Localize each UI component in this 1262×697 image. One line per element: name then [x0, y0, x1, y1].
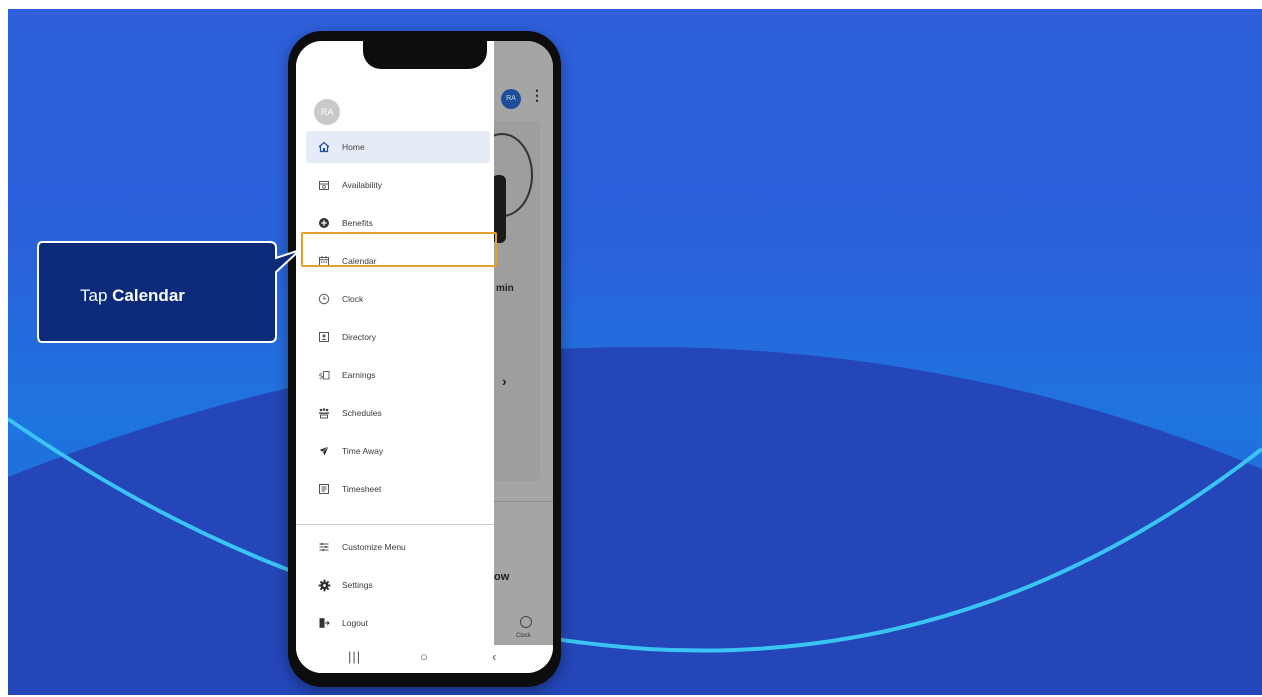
menu-item-availability[interactable]: Availability — [306, 169, 490, 201]
menu-item-label: Time Away — [342, 446, 384, 456]
menu-item-label: Timesheet — [342, 484, 382, 494]
menu-item-settings[interactable]: Settings — [306, 569, 490, 601]
phone-screen: RA ⋮ min › ow Clock RA Home Availability… — [296, 41, 553, 673]
menu-item-label: Home — [342, 142, 365, 152]
android-nav-bar: ||| ○ ‹ — [296, 645, 553, 673]
menu-item-time-away[interactable]: Time Away — [306, 435, 490, 467]
more-options-icon[interactable]: ⋮ — [530, 87, 544, 104]
earnings-icon: $ — [312, 359, 336, 391]
menu-item-label: Schedules — [342, 408, 382, 418]
directory-icon — [312, 321, 336, 353]
menu-item-logout[interactable]: Logout — [306, 607, 490, 639]
menu-item-label: Settings — [342, 580, 373, 590]
menu-item-label: Directory — [342, 332, 377, 342]
home-button[interactable]: ○ — [420, 649, 428, 664]
header-avatar[interactable]: RA — [501, 89, 521, 109]
menu-item-directory[interactable]: Directory — [306, 321, 490, 353]
menu-item-home[interactable]: Home — [306, 131, 490, 163]
sliders-icon — [312, 531, 336, 563]
background-name-text: min — [496, 283, 514, 294]
clock-tab-label: Clock — [516, 633, 532, 639]
menu-item-label: Logout — [342, 618, 368, 628]
menu-item-customize-menu[interactable]: Customize Menu — [306, 531, 490, 563]
menu-item-label: Clock — [342, 294, 364, 304]
timesheet-icon — [312, 473, 336, 505]
calendar-highlight-box — [301, 232, 497, 267]
schedules-icon — [312, 397, 336, 429]
menu-item-earnings[interactable]: $ Earnings — [306, 359, 490, 391]
tutorial-slide: RA ⋮ min › ow Clock RA Home Availability… — [8, 9, 1262, 695]
avatar[interactable]: RA — [314, 99, 340, 125]
menu-item-label: Benefits — [342, 218, 373, 228]
menu-item-label: Earnings — [342, 370, 376, 380]
menu-item-timesheet[interactable]: Timesheet — [306, 473, 490, 505]
callout-text: Tap Calendar — [80, 286, 185, 305]
svg-text:$: $ — [319, 372, 324, 381]
drawer-divider — [296, 524, 494, 525]
menu-item-label: Customize Menu — [342, 542, 406, 552]
back-button[interactable]: ‹ — [492, 649, 496, 664]
phone-notch — [363, 41, 487, 69]
menu-item-schedules[interactable]: Schedules — [306, 397, 490, 429]
clock-icon — [312, 283, 336, 315]
clock-tab-icon — [520, 616, 532, 628]
divider — [492, 501, 553, 502]
recents-button[interactable]: ||| — [348, 649, 361, 664]
background-arcs — [8, 347, 1262, 695]
background-button-text: ow — [494, 571, 510, 583]
chevron-right-icon: › — [502, 373, 507, 389]
logout-icon — [312, 607, 336, 639]
home-icon — [312, 131, 336, 163]
availability-icon — [312, 169, 336, 201]
gear-icon — [312, 569, 336, 601]
phone-mockup: RA ⋮ min › ow Clock RA Home Availability… — [288, 31, 561, 687]
menu-item-label: Availability — [342, 180, 383, 190]
menu-item-clock[interactable]: Clock — [306, 283, 490, 315]
airplane-icon — [312, 435, 336, 467]
navigation-drawer: RA Home Availability Benefits Calendar C… — [296, 41, 494, 673]
